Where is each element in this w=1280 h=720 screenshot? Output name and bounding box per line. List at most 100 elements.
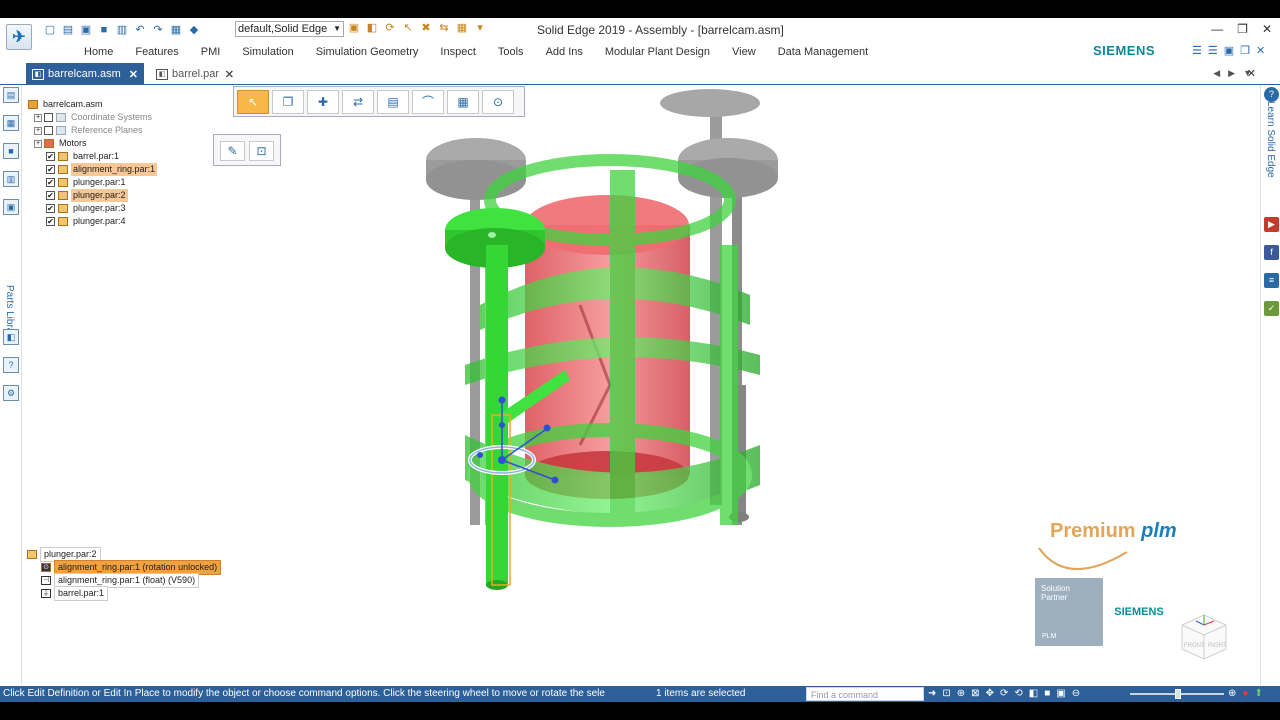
tree-item-reference-planes[interactable]: + Reference Planes — [28, 124, 218, 137]
youtube-icon[interactable]: ▶ — [1264, 217, 1279, 232]
list-icon[interactable]: ☰ — [1208, 44, 1218, 57]
select-icon[interactable]: ↖ — [402, 22, 414, 34]
record-icon[interactable]: ● — [1242, 688, 1248, 699]
tab-view[interactable]: View — [721, 45, 767, 59]
redo-icon[interactable]: ↷ — [152, 24, 164, 36]
tab-simulation-geometry[interactable]: Simulation Geometry — [305, 45, 430, 59]
expand-icon[interactable]: + — [34, 126, 42, 135]
fit-view-icon[interactable]: ⊡ — [249, 141, 274, 161]
add-part-icon[interactable]: ✚ — [307, 90, 339, 114]
visibility-checkbox[interactable]: ✔ — [46, 152, 55, 161]
copy-icon[interactable]: ❐ — [272, 90, 304, 114]
layers-icon[interactable]: ▦ — [3, 115, 19, 131]
visibility-checkbox[interactable] — [44, 126, 53, 135]
select-tool-icon[interactable]: ↖ — [237, 90, 269, 114]
tab-pmi[interactable]: PMI — [190, 45, 232, 59]
tree-item-part[interactable]: ✔ plunger.par:3 — [28, 202, 218, 215]
graphics-viewport[interactable] — [380, 85, 880, 645]
close-icon[interactable]: ✕ — [129, 68, 138, 81]
color-icon[interactable]: ■ — [3, 143, 19, 159]
save-all-icon[interactable]: ▣ — [80, 24, 92, 36]
view-cube-right[interactable]: RIGHT — [1208, 643, 1227, 649]
tab-add-ins[interactable]: Add Ins — [535, 45, 594, 59]
tab-data-management[interactable]: Data Management — [767, 45, 880, 59]
properties-icon[interactable]: ▦ — [170, 24, 182, 36]
grid-icon[interactable]: ▦ — [456, 22, 468, 34]
view-cube[interactable]: FRONT RIGHT — [1176, 605, 1232, 661]
pan-icon[interactable]: ✥ — [986, 688, 994, 699]
tree-item-motors[interactable]: + Motors — [28, 137, 218, 150]
ribbon-close-icon[interactable]: ✕ — [1256, 44, 1265, 57]
application-button[interactable]: ✈ — [6, 24, 32, 50]
tab-simulation[interactable]: Simulation — [231, 45, 304, 59]
news-icon[interactable]: ≡ — [1264, 273, 1279, 288]
view-orientation-icon[interactable]: ◧ — [1029, 688, 1038, 699]
zoom-in-icon[interactable]: ⊕ — [1228, 688, 1236, 699]
facebook-icon[interactable]: f — [1264, 245, 1279, 260]
close-document-icon[interactable]: ✕ — [1247, 67, 1256, 80]
zoom-icon[interactable]: ⊕ — [957, 688, 965, 699]
tree-item-part[interactable]: ✔ plunger.par:2 — [28, 189, 218, 202]
visibility-checkbox[interactable]: ✔ — [46, 165, 55, 174]
visibility-checkbox[interactable] — [44, 113, 53, 122]
theme-select[interactable]: default,Solid Edge ▼ — [235, 21, 344, 37]
fit-icon[interactable]: ⊠ — [971, 688, 979, 699]
zoom-out-icon[interactable]: ⊖ — [1072, 688, 1080, 699]
tab-tools[interactable]: Tools — [487, 45, 535, 59]
learn-solid-edge-label[interactable]: Learn Solid Edge — [1265, 101, 1276, 178]
query-icon[interactable]: ? — [3, 357, 19, 373]
tab-features[interactable]: Features — [124, 45, 189, 59]
visibility-checkbox[interactable]: ✔ — [46, 204, 55, 213]
minimize-icon[interactable]: — — [1211, 22, 1223, 36]
ribbon-restore-icon[interactable]: ❐ — [1240, 44, 1250, 57]
find-command-input[interactable]: Find a command — [806, 687, 924, 701]
tree-item-part[interactable]: ✔ barrel.par:1 — [28, 150, 218, 163]
print-icon[interactable]: ▥ — [116, 24, 128, 36]
doc-tab-barrel[interactable]: ◧ barrel.par ✕ — [150, 63, 240, 85]
upload-icon[interactable]: ⬆ — [1254, 688, 1262, 699]
assembly-tools-icon[interactable]: ◧ — [3, 329, 19, 345]
tab-modular-plant-design[interactable]: Modular Plant Design — [594, 45, 721, 59]
close-icon[interactable]: ✕ — [225, 68, 234, 81]
new-icon[interactable]: ▢ — [44, 24, 56, 36]
features-icon[interactable]: ▥ — [3, 171, 19, 187]
spin-icon[interactable]: ⟲ — [1014, 688, 1022, 699]
tree-item-part[interactable]: ✔ plunger.par:4 — [28, 215, 218, 228]
pathfinder-icon[interactable]: ▤ — [3, 87, 19, 103]
tab-inspect[interactable]: Inspect — [429, 45, 486, 59]
chevron-left-icon[interactable]: ◀ — [1213, 68, 1220, 79]
help-icon[interactable]: ? — [1264, 87, 1279, 102]
close-icon[interactable]: ✕ — [1262, 22, 1272, 36]
visibility-checkbox[interactable]: ✔ — [46, 191, 55, 200]
shading-icon[interactable]: ■ — [1044, 688, 1050, 699]
undo-icon[interactable]: ↶ — [134, 24, 146, 36]
tree-item-part[interactable]: ✔ plunger.par:1 — [28, 176, 218, 189]
folder-icon[interactable]: ▣ — [348, 22, 360, 34]
chevron-right-icon[interactable]: ▶ — [1228, 68, 1235, 79]
tree-item-part[interactable]: ✔ alignment_ring.par:1 — [28, 163, 218, 176]
library-icon[interactable]: ◧ — [366, 22, 378, 34]
open-icon[interactable]: ▤ — [62, 24, 74, 36]
relationship-row[interactable]: ⏚ barrel.par:1 — [27, 586, 227, 601]
minimize-ribbon-icon[interactable]: ▣ — [1224, 44, 1234, 57]
sketch-icon[interactable]: ◆ — [188, 24, 200, 36]
replace-part-icon[interactable]: ⇄ — [342, 90, 374, 114]
measure-icon[interactable]: ✎ — [220, 141, 245, 161]
rotate-icon[interactable]: ⟳ — [1000, 688, 1008, 699]
zoom-slider-thumb[interactable] — [1175, 689, 1181, 699]
settings-icon[interactable]: ⚙ — [3, 385, 19, 401]
tree-root[interactable]: barrelcam.asm — [28, 98, 218, 111]
doc-tab-barrelcam[interactable]: ◧ barrelcam.asm ✕ — [26, 63, 144, 85]
sync-icon[interactable]: ⟳ — [384, 22, 396, 34]
expand-icon[interactable]: + — [34, 113, 42, 122]
view-cube-front[interactable]: FRONT — [1184, 643, 1205, 649]
visibility-checkbox[interactable]: ✔ — [46, 178, 55, 187]
zoom-area-icon[interactable]: ⊡ — [942, 688, 950, 699]
customize-icon[interactable]: ▾ — [474, 22, 486, 34]
arrow-right-icon[interactable]: ➜ — [928, 688, 936, 699]
clipboard-icon[interactable]: ✓ — [1264, 301, 1279, 316]
visibility-checkbox[interactable]: ✔ — [46, 217, 55, 226]
delete-icon[interactable]: ✖ — [420, 22, 432, 34]
save-icon[interactable]: ■ — [98, 24, 110, 36]
tab-home[interactable]: Home — [73, 45, 124, 59]
